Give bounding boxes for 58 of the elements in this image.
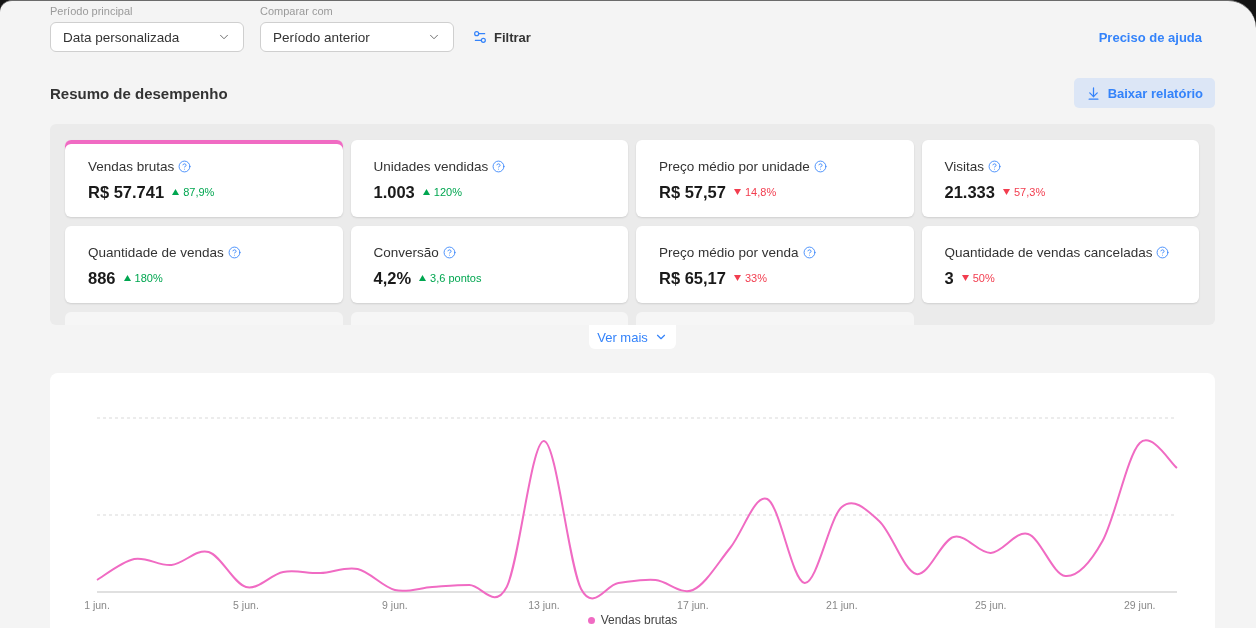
metric-card[interactable]: Conversão 4,2% 3,6 pontos [350,226,628,303]
help-icon[interactable] [988,160,1002,173]
help-icon[interactable] [802,246,816,259]
help-icon[interactable] [492,160,506,173]
change-text: 57,3% [1013,186,1046,198]
metric-card[interactable]: Preço médio por unidade R$ 57,57 14,8% [636,140,914,217]
metric-value: 21.333 [944,182,995,202]
metric-label: Conversão [373,245,439,260]
change-text: 180% [134,272,163,284]
metric-card[interactable]: Visitas 21.333 57,3% [921,140,1199,217]
change-text: 33% [744,272,767,284]
field-label: Comparar com [260,5,334,18]
x-axis-label: 13 jun. [528,599,560,611]
metric-value: R$ 57,57 [659,182,726,202]
sliders-icon [472,29,488,45]
section-title: Resumo de desempenho [50,84,228,102]
x-axis-label: 17 jun. [677,599,709,611]
metric-card[interactable]: Unidades vendidas 1.003 120% [350,140,628,217]
metric-label: Quantidade de vendas canceladas [944,245,1153,260]
change-text: 14,8% [744,186,777,198]
help-icon[interactable] [1156,246,1170,259]
x-axis-label: 21 jun. [826,599,858,611]
help-icon[interactable] [178,160,192,173]
metric-card[interactable]: Preço médio por venda R$ 65,17 33% [636,226,914,303]
change-text: 50% [972,272,995,284]
metric-value: 3 [944,268,954,288]
metric-value: 4,2% [373,268,412,288]
metric-label: Vendas brutas [88,159,175,174]
x-axis-label: 5 jun. [233,599,259,611]
help-icon[interactable] [442,246,456,259]
period-select[interactable]: Período anterior [260,22,454,52]
x-axis-label: 9 jun. [382,599,408,611]
metric-value: 886 [88,268,116,288]
metric-label: Preço médio por venda [659,245,799,260]
legend-marker-icon [587,616,595,624]
x-axis-label: 29 jun. [1124,599,1156,611]
change-text: 3,6 pontos [430,272,482,284]
metric-value: R$ 65,17 [659,268,726,288]
change-text: 87,9% [183,186,215,198]
metric-value: R$ 57.741 [88,182,165,202]
field-label: Período principal [50,5,134,18]
metric-label: Preço médio por unidade [659,159,810,174]
filter-button[interactable]: Filtrar [470,22,533,52]
metric-card[interactable]: Quantidade de vendas 886 180% [65,226,343,303]
metric-label: Unidades vendidas [373,159,489,174]
period-select[interactable]: Data personalizada [50,22,244,52]
metric-label: Quantidade de vendas [88,245,224,260]
metric-card[interactable]: Quantidade de vendas canceladas 3 50% [921,226,1199,303]
x-axis-label: 1 jun. [84,599,110,611]
legend-label: Vendas brutas [600,613,678,627]
help-icon[interactable] [813,160,827,173]
change-text: 120% [433,186,462,198]
help-icon[interactable] [227,246,241,259]
metric-label: Visitas [944,159,985,174]
x-axis-label: 25 jun. [975,599,1007,611]
see-more-button[interactable]: Ver mais [589,325,676,349]
metric-card[interactable]: Vendas brutas R$ 57.741 87,9% [65,140,343,217]
metric-value: 1.003 [373,182,415,202]
